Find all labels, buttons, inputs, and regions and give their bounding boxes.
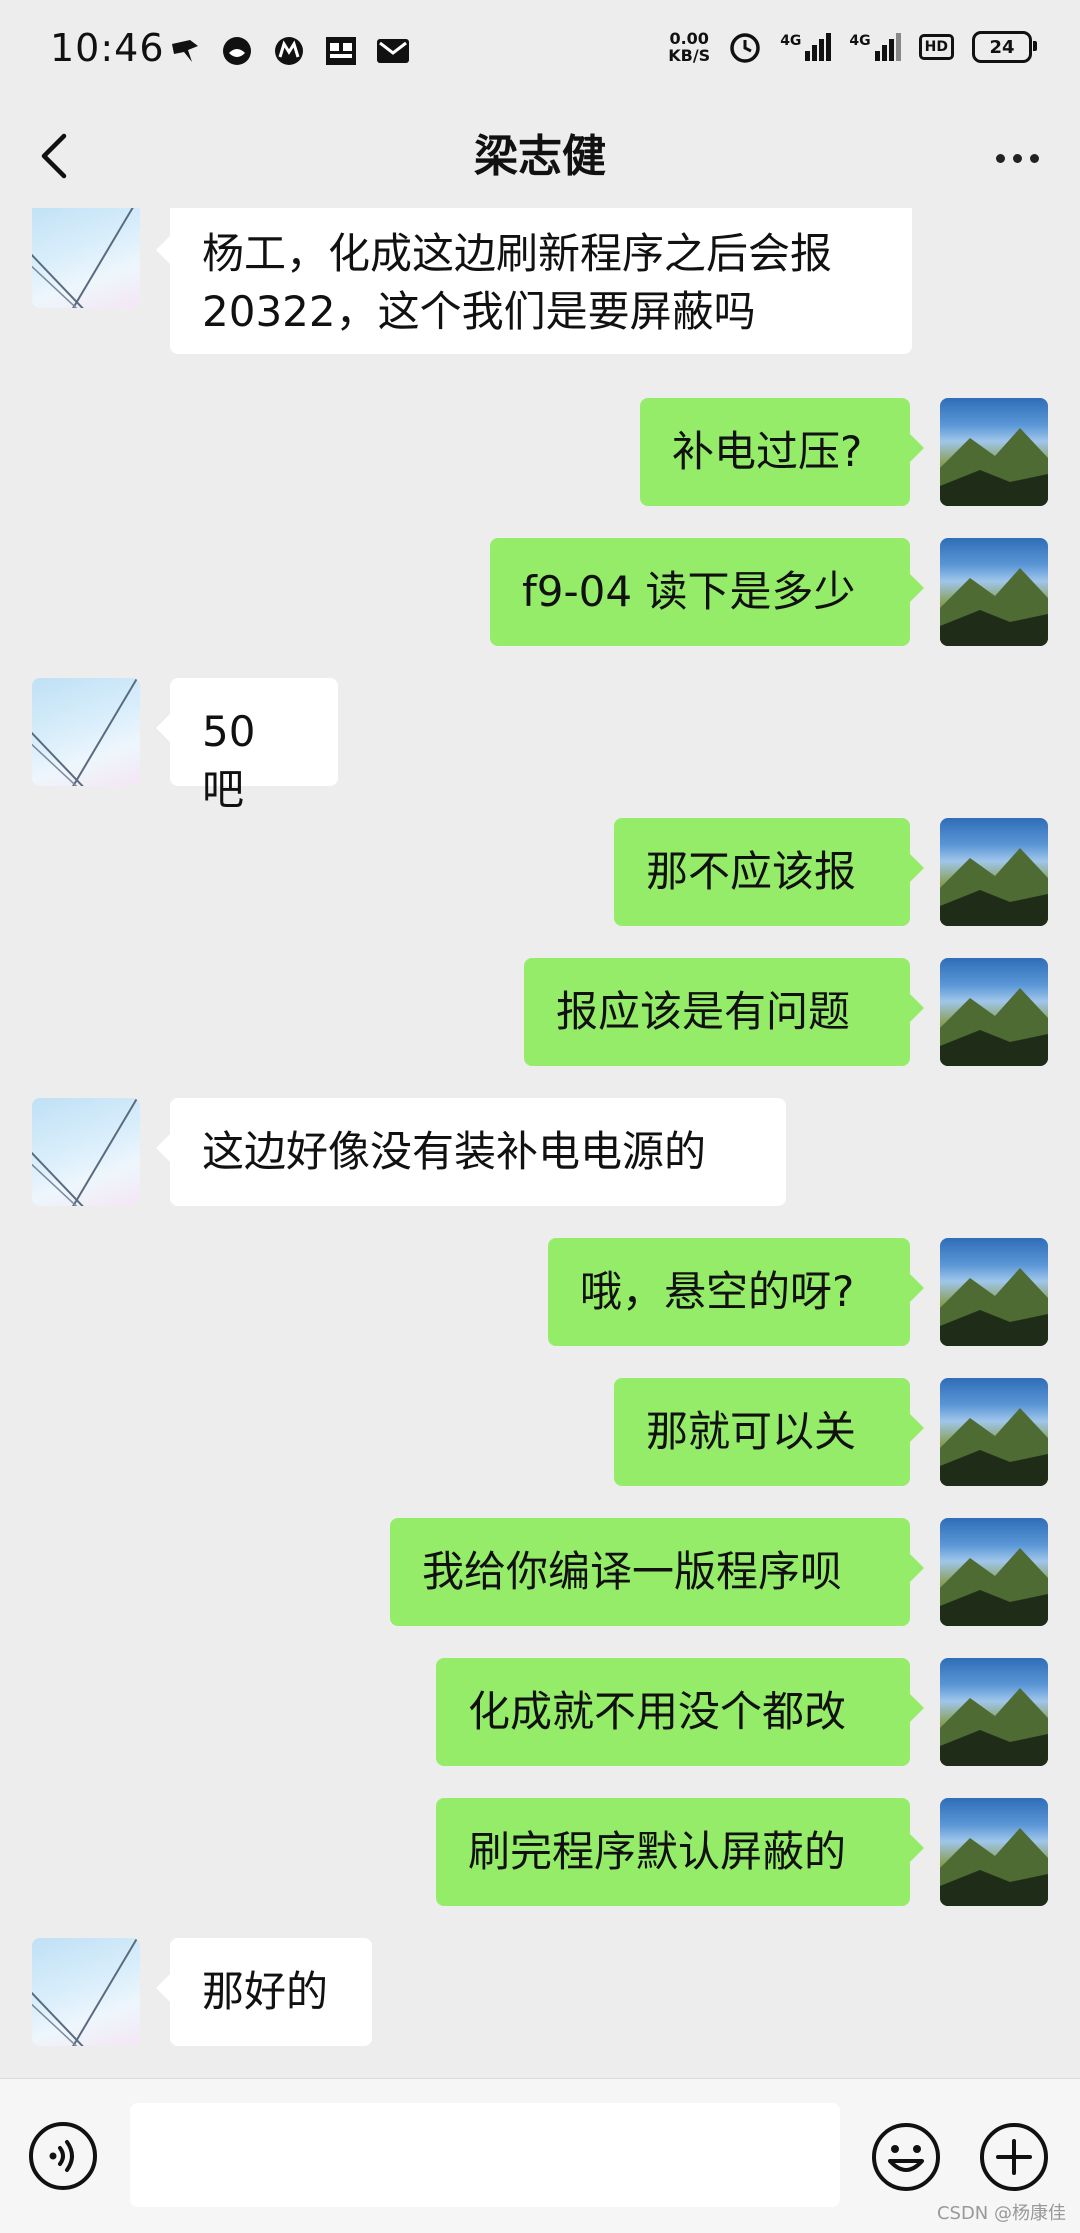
contact-avatar[interactable] bbox=[32, 208, 140, 308]
message-bubble-received[interactable]: 这边好像没有装补电电源的 bbox=[156, 1098, 786, 1206]
voice-input-button[interactable] bbox=[28, 2121, 98, 2191]
status-bar: 10:46 0.00 KB/S 4G 4G HD 24 bbox=[0, 0, 1080, 108]
app-grid-icon bbox=[324, 34, 358, 68]
chat-title: 梁志健 bbox=[474, 131, 606, 182]
message-bubble-sent[interactable]: 哦，悬空的呀? bbox=[548, 1238, 924, 1346]
voice-icon bbox=[29, 2122, 97, 2190]
message-bubble-sent[interactable]: 我给你编译一版程序呗 bbox=[390, 1518, 924, 1626]
message-bubble-sent[interactable]: 化成就不用没个都改 bbox=[436, 1658, 924, 1766]
notification-icons bbox=[168, 34, 410, 68]
more-dot-icon bbox=[1012, 153, 1022, 163]
battery-icon: 24 bbox=[972, 31, 1037, 63]
chat-header: 梁志健 bbox=[0, 108, 1080, 208]
my-avatar[interactable] bbox=[940, 818, 1048, 926]
message-bubble-sent[interactable]: 那不应该报 bbox=[614, 818, 924, 926]
message-bubble-received[interactable]: 50 吧 bbox=[156, 678, 338, 814]
message-bubble-sent[interactable]: f9-04 读下是多少 bbox=[490, 538, 924, 646]
watermark: CSDN @杨康佳 bbox=[936, 2203, 1066, 2224]
alarm-icon bbox=[728, 30, 762, 64]
contact-avatar[interactable] bbox=[32, 1098, 140, 1206]
network-type-2: 4G bbox=[849, 33, 871, 49]
more-dot-icon bbox=[995, 153, 1005, 163]
message-bubble-sent[interactable]: 报应该是有问题 bbox=[524, 958, 924, 1066]
speed-unit: KB/S bbox=[668, 46, 711, 65]
more-options-button[interactable] bbox=[982, 128, 1052, 188]
speed-value: 0.00 bbox=[669, 29, 709, 48]
message-input[interactable] bbox=[130, 2103, 840, 2207]
my-avatar[interactable] bbox=[940, 1378, 1048, 1486]
message-bubble-sent[interactable]: 那就可以关 bbox=[614, 1378, 924, 1486]
metro-app-icon bbox=[272, 34, 306, 68]
status-right-icons: 0.00 KB/S 4G 4G HD 24 bbox=[668, 30, 1037, 64]
more-functions-button[interactable] bbox=[978, 2121, 1050, 2193]
contact-avatar[interactable] bbox=[32, 1938, 140, 2046]
qq-notify-icon bbox=[220, 34, 254, 68]
my-avatar[interactable] bbox=[940, 1658, 1048, 1766]
signal-2-icon: 4G bbox=[849, 33, 901, 61]
message-bubble-received[interactable]: 那好的 bbox=[156, 1938, 372, 2046]
my-avatar[interactable] bbox=[940, 1798, 1048, 1906]
my-avatar[interactable] bbox=[940, 538, 1048, 646]
my-avatar[interactable] bbox=[940, 958, 1048, 1066]
emoji-button[interactable] bbox=[870, 2121, 942, 2193]
more-dot-icon bbox=[1029, 153, 1039, 163]
emoji-icon bbox=[872, 2123, 940, 2191]
hd-voice-icon: HD bbox=[918, 34, 954, 60]
network-speed: 0.00 KB/S bbox=[668, 30, 710, 64]
mail-icon bbox=[376, 34, 410, 68]
my-avatar[interactable] bbox=[940, 1518, 1048, 1626]
chat-input-bar: CSDN @杨康佳 bbox=[0, 2078, 1080, 2233]
contact-avatar[interactable] bbox=[32, 678, 140, 786]
signal-1-icon: 4G bbox=[780, 33, 832, 61]
message-list[interactable]: 杨工，化成这边刷新程序之后会报20322，这个我们是要屏蔽吗 补电过压? f9-… bbox=[0, 208, 1080, 2078]
plus-icon bbox=[980, 2123, 1048, 2191]
network-type-1: 4G bbox=[780, 33, 802, 49]
message-bubble-received[interactable]: 杨工，化成这边刷新程序之后会报20322，这个我们是要屏蔽吗 bbox=[156, 208, 912, 354]
my-avatar[interactable] bbox=[940, 398, 1048, 506]
bird-app-icon bbox=[168, 34, 202, 68]
message-bubble-sent[interactable]: 补电过压? bbox=[640, 398, 924, 506]
my-avatar[interactable] bbox=[940, 1238, 1048, 1346]
status-time: 10:46 bbox=[50, 26, 165, 70]
message-bubble-sent[interactable]: 刷完程序默认屏蔽的 bbox=[436, 1798, 924, 1906]
